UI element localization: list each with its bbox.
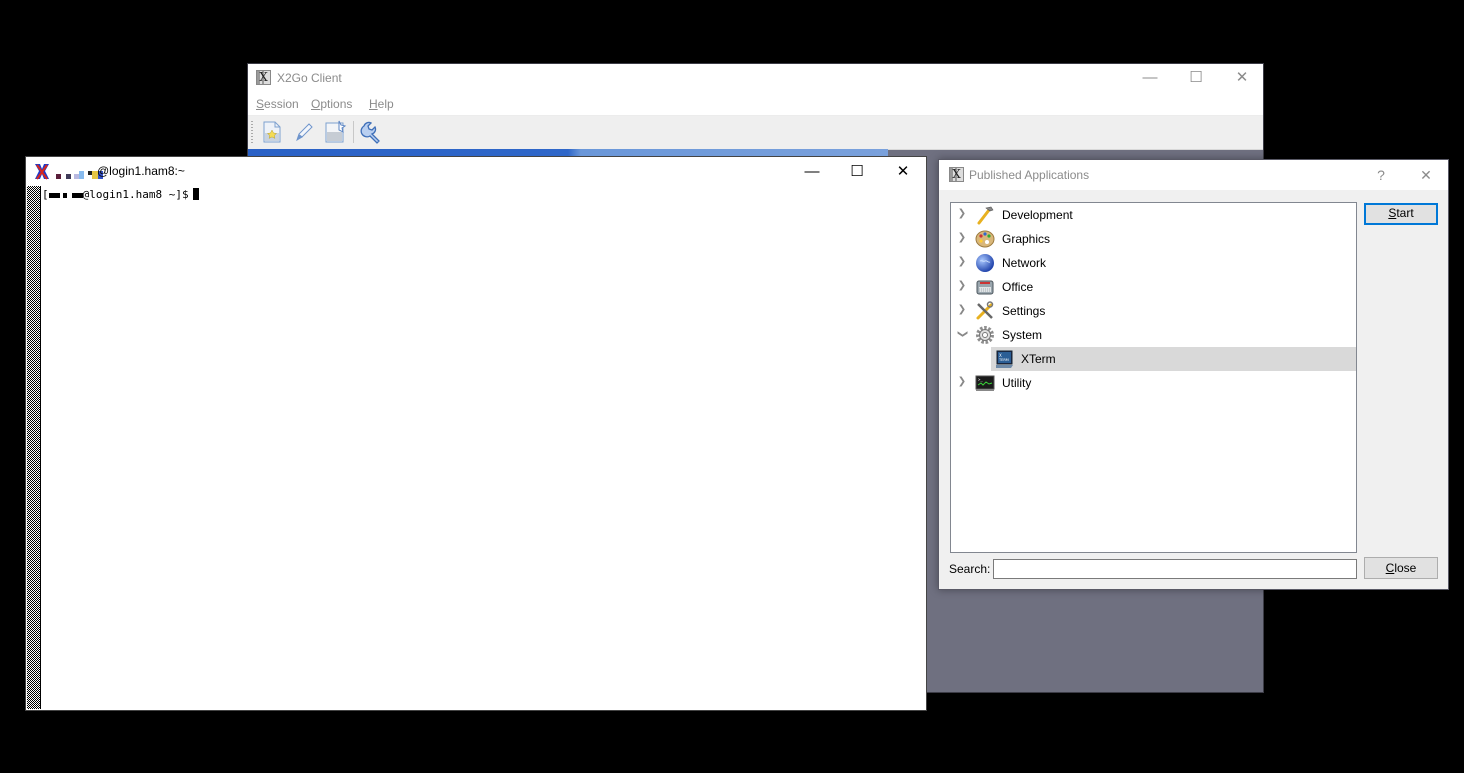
help-button[interactable]: ? xyxy=(1359,160,1403,190)
menu-session-label: ession xyxy=(264,97,299,111)
redacted-text xyxy=(62,192,67,198)
tools-icon xyxy=(976,301,994,320)
menu-help[interactable]: Help xyxy=(369,97,394,111)
chevron-right-icon[interactable]: ❯ xyxy=(956,232,968,244)
close-button[interactable]: ✕ xyxy=(880,157,926,186)
x2go-logo-icon: X xyxy=(256,70,271,85)
x2go-logo-icon: X xyxy=(949,167,964,182)
toolbar-grip[interactable] xyxy=(251,121,253,143)
tree-item-label: Office xyxy=(1002,280,1034,294)
wrench-icon xyxy=(360,121,380,144)
hammer-icon xyxy=(977,206,994,225)
dialog-title: Published Applications xyxy=(969,168,1090,182)
close-button[interactable]: Close xyxy=(1364,557,1438,579)
pencil-icon xyxy=(296,123,313,142)
close-x-button[interactable]: ✕ xyxy=(1404,160,1448,190)
redacted-username xyxy=(56,168,103,182)
menu-options-mnemonic: O xyxy=(311,97,321,111)
menu-options-label: ptions xyxy=(320,97,353,111)
tree-item-settings[interactable]: ❯ Settings xyxy=(951,299,1356,323)
svg-text:TERM: TERM xyxy=(998,358,1009,362)
chevron-down-icon[interactable]: ❯ xyxy=(956,328,968,340)
published-applications-dialog: X Published Applications ? ✕ ❯ Developme… xyxy=(938,159,1449,590)
svg-text:>_: >_ xyxy=(978,377,983,382)
gear-icon xyxy=(976,326,994,344)
toolbar-separator xyxy=(353,121,354,143)
tree-item-label: Utility xyxy=(1002,376,1032,390)
xterm-scrollbar[interactable] xyxy=(27,186,41,709)
chevron-right-icon[interactable]: ❯ xyxy=(956,304,968,316)
tree-item-label: Graphics xyxy=(1002,232,1051,246)
typewriter-icon xyxy=(976,280,994,295)
xterm-window: @login1.ham8:~ — ☐ ✕ [ @login1.ham8 ~]$ xyxy=(25,156,927,711)
menu-options[interactable]: Options xyxy=(311,97,352,111)
redacted-text xyxy=(71,192,83,198)
text-cursor xyxy=(192,188,199,200)
palette-icon xyxy=(975,230,995,248)
maximize-button[interactable]: ☐ xyxy=(834,157,880,186)
xterm-title: @login1.ham8:~ xyxy=(97,164,185,178)
menu-session-mnemonic: S xyxy=(256,97,265,111)
terminal-output[interactable]: [ @login1.ham8 ~]$ xyxy=(42,188,199,201)
chevron-right-icon[interactable]: ❯ xyxy=(956,256,968,268)
toolbar xyxy=(248,116,1263,150)
search-input[interactable] xyxy=(993,559,1357,579)
maximize-button[interactable]: ☐ xyxy=(1173,64,1219,92)
chevron-right-icon[interactable]: ❯ xyxy=(956,376,968,388)
tree-item-label: Settings xyxy=(1002,304,1046,318)
new-session-icon xyxy=(263,121,281,143)
prompt-text: @login1.ham8 ~]$ xyxy=(82,188,189,201)
tree-item-office[interactable]: ❯ Office xyxy=(951,275,1356,299)
tree-item-label: System xyxy=(1002,328,1043,342)
prompt-bracket: [ xyxy=(42,188,49,201)
start-button[interactable]: Start xyxy=(1364,203,1438,225)
new-session-button[interactable] xyxy=(259,119,285,145)
tree-item-development[interactable]: ❯ Development xyxy=(951,203,1356,227)
tree-item-label: XTerm xyxy=(1021,352,1056,366)
xterm-logo-icon xyxy=(35,164,49,180)
minimize-button[interactable]: — xyxy=(789,157,835,186)
menu-help-mnemonic: H xyxy=(369,97,378,111)
tree-item-xterm[interactable]: X TERM XTerm xyxy=(991,347,1356,371)
edit-session-button[interactable] xyxy=(290,119,316,145)
menu-help-label: elp xyxy=(377,97,394,111)
tree-item-label: Development xyxy=(1002,208,1073,222)
application-tree: ❯ Development ❯ Graphics ❯ Network ❯ Off… xyxy=(950,202,1357,553)
menu-bar: Session Options Help xyxy=(248,92,1263,116)
tree-item-graphics[interactable]: ❯ Graphics xyxy=(951,227,1356,251)
tree-item-label: Network xyxy=(1002,256,1047,270)
tree-item-network[interactable]: ❯ Network xyxy=(951,251,1356,275)
xterm-titlebar[interactable]: @login1.ham8:~ — ☐ ✕ xyxy=(26,157,926,186)
minimize-button[interactable]: — xyxy=(1127,64,1173,92)
redacted-text xyxy=(48,192,60,198)
preferences-button[interactable] xyxy=(359,119,385,145)
shortcut-icon xyxy=(325,120,347,143)
tree-item-utility[interactable]: ❯ >_ Utility xyxy=(951,371,1356,395)
x2go-titlebar[interactable]: X X2Go Client — ☐ ✕ xyxy=(248,64,1263,92)
dialog-titlebar[interactable]: X Published Applications ? ✕ xyxy=(939,160,1448,190)
close-label: lose xyxy=(1394,561,1417,575)
close-button[interactable]: ✕ xyxy=(1219,64,1265,92)
chevron-right-icon[interactable]: ❯ xyxy=(956,280,968,292)
start-label: tart xyxy=(1396,206,1414,220)
terminal-monitor-icon: >_ xyxy=(975,375,995,391)
tree-item-system[interactable]: ❯ System xyxy=(951,323,1356,347)
create-shortcut-button[interactable] xyxy=(322,119,348,145)
window-title: X2Go Client xyxy=(277,71,342,85)
chevron-right-icon[interactable]: ❯ xyxy=(956,208,968,220)
menu-session[interactable]: Session xyxy=(256,97,299,111)
xterm-icon: XTERM xyxy=(996,350,1013,368)
globe-icon xyxy=(976,254,994,272)
search-label: Search: xyxy=(949,562,991,576)
